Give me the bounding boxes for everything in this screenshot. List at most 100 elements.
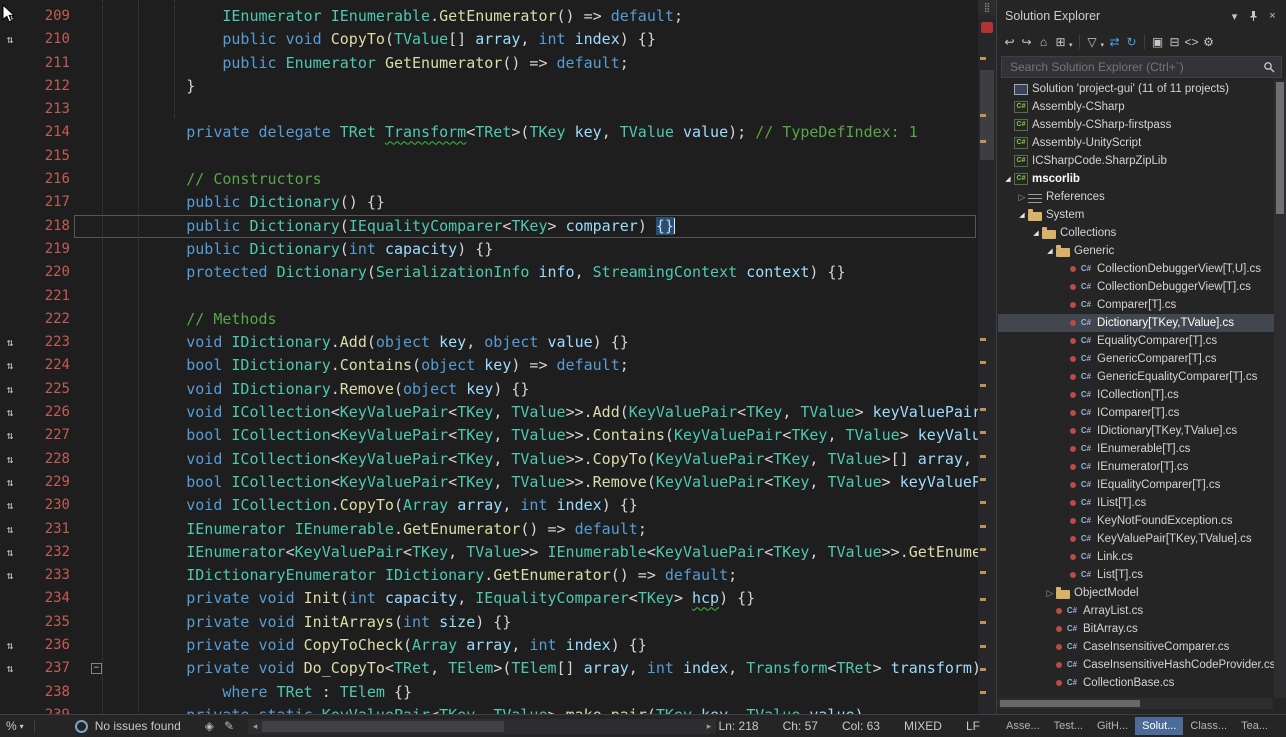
collapse-all-icon[interactable]: ⊟ <box>1166 33 1183 51</box>
tree-expander-icon[interactable]: ◢ <box>1016 211 1028 219</box>
line-number[interactable]: 235 <box>20 611 82 634</box>
tree-item[interactable]: ◢Collections <box>998 224 1274 242</box>
tree-item[interactable]: C#Link.cs <box>998 548 1274 566</box>
tree-item[interactable]: C#GenericEqualityComparer[T].cs <box>998 368 1274 386</box>
window-position-menu-icon[interactable]: ▾ <box>1225 8 1244 25</box>
tree-item[interactable]: ◢System <box>998 206 1274 224</box>
code-line[interactable]: 239 private static KeyValuePair<TKey, TV… <box>0 704 978 714</box>
line-number[interactable]: 218 <box>20 215 82 238</box>
tree-item[interactable]: C#Dictionary[TKey,TValue].cs <box>998 314 1274 332</box>
panel-tab[interactable]: Asse... <box>999 717 1047 735</box>
code-line[interactable]: 216 // Constructors <box>0 168 978 191</box>
tree-item[interactable]: C#KeyNotFoundException.cs <box>998 512 1274 530</box>
tree-item[interactable]: C#IEnumerator[T].cs <box>998 458 1274 476</box>
line-number[interactable]: 224 <box>20 354 82 377</box>
chevron-down-icon[interactable]: ▾ <box>1101 41 1105 49</box>
fold-toggle[interactable]: − <box>91 663 102 674</box>
line-number[interactable]: 238 <box>20 681 82 704</box>
line-number[interactable]: 236 <box>20 634 82 657</box>
code-line[interactable]: 215 <box>0 145 978 168</box>
status-item[interactable]: Ch: 57 <box>783 719 818 733</box>
line-number[interactable]: 233 <box>20 564 82 587</box>
code-line[interactable]: ⇅228 void ICollection<KeyValuePair<TKey,… <box>0 448 978 471</box>
code-line[interactable]: 220 protected Dictionary(SerializationIn… <box>0 261 978 284</box>
filter-icon[interactable]: ▽ <box>1084 33 1101 51</box>
line-number[interactable]: 214 <box>20 121 82 144</box>
tree-item[interactable]: C#GenericComparer[T].cs <box>998 350 1274 368</box>
tree-item[interactable]: C#CollectionBase.cs <box>998 674 1274 692</box>
status-item[interactable]: Col: 63 <box>842 719 880 733</box>
tree-item[interactable]: C#IEqualityComparer[T].cs <box>998 476 1274 494</box>
line-number[interactable]: 231 <box>20 518 82 541</box>
code-line[interactable]: 214 private delegate TRet Transform<TRet… <box>0 121 978 144</box>
line-number[interactable]: 234 <box>20 587 82 610</box>
code-line[interactable]: 238 where TRet : TElem {} <box>0 681 978 704</box>
sync-with-active-document-icon[interactable]: ⇄ <box>1106 33 1123 51</box>
switch-views-icon[interactable]: ⊞ <box>1052 33 1069 51</box>
tree-item[interactable]: ▷References <box>998 188 1274 206</box>
splitter-grip-icon[interactable]: ⣿ <box>978 0 996 15</box>
view-code-icon[interactable]: <> <box>1183 33 1200 51</box>
scroll-track[interactable] <box>262 719 702 734</box>
tree-item[interactable]: C#CaseInsensitiveComparer.cs <box>998 638 1274 656</box>
show-all-files-icon[interactable]: ▣ <box>1149 33 1166 51</box>
line-number[interactable]: 210 <box>20 28 82 51</box>
code-line[interactable]: 218 public Dictionary(IEqualityComparer<… <box>0 215 978 238</box>
scroll-thumb[interactable] <box>262 721 504 732</box>
edit-pencil-icon[interactable]: ✎ <box>224 719 234 733</box>
tree-item[interactable]: C#List[T].cs <box>998 566 1274 584</box>
code-line[interactable]: ⇅231 IEnumerator IEnumerable.GetEnumerat… <box>0 518 978 541</box>
code-line[interactable]: ⇅210 public void CopyTo(TValue[] array, … <box>0 28 978 51</box>
tree-item[interactable]: C#ArrayList.cs <box>998 602 1274 620</box>
tree-item[interactable]: C#EqualityComparer[T].cs <box>998 332 1274 350</box>
search-box[interactable] <box>1001 56 1282 78</box>
line-number[interactable]: 221 <box>20 285 82 308</box>
line-number[interactable]: 239 <box>20 704 82 714</box>
code-line[interactable]: ⇅209 IEnumerator IEnumerable.GetEnumerat… <box>0 5 978 28</box>
search-icon[interactable] <box>1263 61 1275 73</box>
pin-icon[interactable] <box>1244 8 1263 25</box>
document-health[interactable]: No issues found <box>75 719 181 733</box>
code-line[interactable]: 211 public Enumerator GetEnumerator() =>… <box>0 52 978 75</box>
line-number[interactable]: 213 <box>20 98 82 121</box>
line-number[interactable]: 216 <box>20 168 82 191</box>
line-number[interactable]: 209 <box>20 5 82 28</box>
home-icon[interactable]: ⌂ <box>1035 33 1052 51</box>
tree-item[interactable]: C#IEnumerable[T].cs <box>998 440 1274 458</box>
code-editor[interactable]: ⇅209 IEnumerator IEnumerable.GetEnumerat… <box>0 0 996 714</box>
line-number[interactable]: 212 <box>20 75 82 98</box>
line-number[interactable]: 226 <box>20 401 82 424</box>
line-number[interactable]: 215 <box>20 145 82 168</box>
tree-item[interactable]: C#Assembly-UnityScript <box>998 134 1274 152</box>
tree-item[interactable]: Solution 'project-gui' (11 of 11 project… <box>998 80 1274 98</box>
code-line[interactable]: ⇅230 void ICollection.CopyTo(Array array… <box>0 494 978 517</box>
refresh-icon[interactable]: ↻ <box>1123 33 1140 51</box>
zoom-control[interactable]: % ▾ <box>6 719 24 733</box>
panel-tab[interactable]: Class... <box>1183 717 1234 735</box>
code-line[interactable]: 213 <box>0 98 978 121</box>
scroll-right-arrow-icon[interactable]: ▸ <box>702 721 716 732</box>
code-line[interactable]: ⇅225 void IDictionary.Remove(object key)… <box>0 378 978 401</box>
back-icon[interactable]: ↩ <box>1001 33 1018 51</box>
code-line[interactable]: 217 public Dictionary() {} <box>0 191 978 214</box>
tree-item[interactable]: C#Assembly-CSharp-firstpass <box>998 116 1274 134</box>
line-number[interactable]: 211 <box>20 52 82 75</box>
tree-item[interactable]: C#CaseInsensitiveHashCodeProvider.cs <box>998 656 1274 674</box>
line-number[interactable]: 220 <box>20 261 82 284</box>
scroll-left-arrow-icon[interactable]: ◂ <box>248 721 262 732</box>
code-line[interactable]: ⇅233 IDictionaryEnumerator IDictionary.G… <box>0 564 978 587</box>
code-line[interactable]: 235 private void InitArrays(int size) {} <box>0 611 978 634</box>
line-number[interactable]: 222 <box>20 308 82 331</box>
code-line[interactable]: ⇅224 bool IDictionary.Contains(object ke… <box>0 354 978 377</box>
code-line[interactable]: ⇅226 void ICollection<KeyValuePair<TKey,… <box>0 401 978 424</box>
status-item[interactable]: LF <box>966 719 980 733</box>
code-line[interactable]: 219 public Dictionary(int capacity) {} <box>0 238 978 261</box>
status-item[interactable]: MIXED <box>904 719 942 733</box>
line-number[interactable]: 229 <box>20 471 82 494</box>
panel-tab[interactable]: Solut... <box>1135 717 1183 735</box>
code-line[interactable]: 212 } <box>0 75 978 98</box>
tree-expander-icon[interactable]: ▷ <box>1016 192 1028 203</box>
code-line[interactable]: ⇅223 void IDictionary.Add(object key, ob… <box>0 331 978 354</box>
code-line[interactable]: ⇅236 private void CopyToCheck(Array arra… <box>0 634 978 657</box>
tree-expander-icon[interactable]: ◢ <box>1044 247 1056 255</box>
